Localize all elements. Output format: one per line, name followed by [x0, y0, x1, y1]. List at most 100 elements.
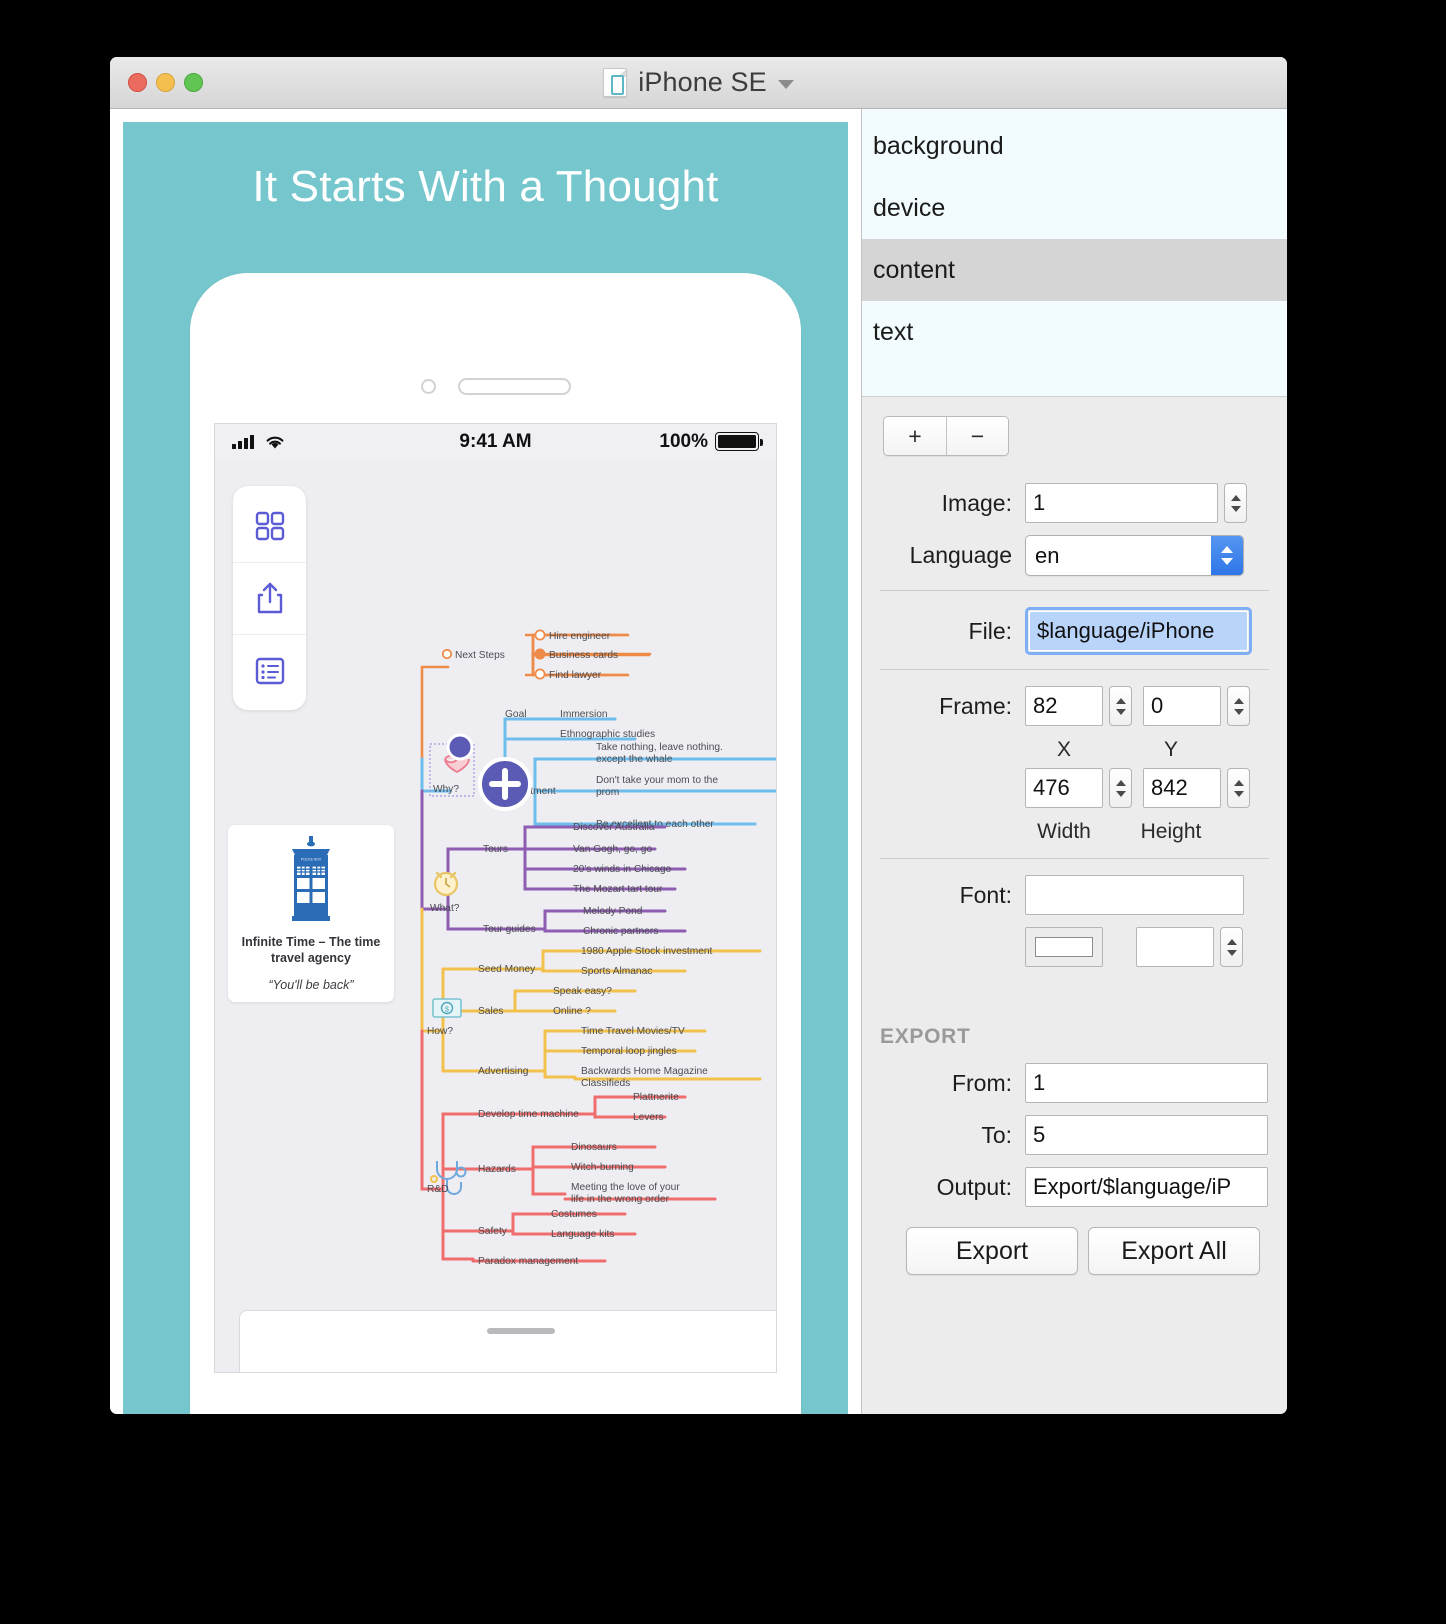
svg-text:Language kits: Language kits [551, 1229, 614, 1240]
select-arrows-icon [1211, 536, 1243, 575]
checkbox-unchecked-icon [534, 668, 546, 680]
window-titlebar: iPhone SE [110, 57, 1287, 109]
frame-size-sublabels: Width Height [862, 820, 1287, 844]
font-label: Font: [959, 881, 1012, 908]
font-size-input[interactable] [1136, 927, 1214, 967]
export-from-input[interactable]: 1 [1025, 1063, 1268, 1103]
home-indicator-area [239, 1310, 776, 1372]
frame-y-stepper[interactable] [1227, 686, 1250, 726]
language-row: Language en [862, 535, 1287, 576]
layer-item-text[interactable]: text [862, 301, 1287, 363]
svg-text:Advertising: Advertising [478, 1066, 529, 1077]
export-from-row: From: 1 [862, 1063, 1287, 1103]
divider [880, 669, 1269, 670]
file-row: File: $language/iPhone [862, 607, 1287, 655]
battery-icon [715, 432, 763, 451]
poster-preview[interactable]: It Starts With a Thought 9:41 AM 100% PO… [123, 122, 848, 1414]
layer-item-background[interactable]: background [862, 115, 1287, 177]
svg-text:prom: prom [596, 787, 619, 798]
svg-text:Levers: Levers [633, 1112, 664, 1123]
svg-text:life in the wrong order: life in the wrong order [571, 1194, 670, 1205]
svg-text:Develop time machine: Develop time machine [478, 1109, 579, 1120]
close-button[interactable] [128, 73, 147, 92]
frame-height-stepper[interactable] [1227, 768, 1250, 808]
layer-label: text [873, 317, 914, 346]
properties-section: Image: 1 Language en File: $language/iPh… [862, 475, 1287, 1414]
frame-height-sublabel: Height [1140, 820, 1202, 843]
canvas-area[interactable]: It Starts With a Thought 9:41 AM 100% PO… [110, 109, 861, 1414]
layer-list[interactable]: background device content text [862, 109, 1287, 397]
svg-text:20's winds in Chicago: 20's winds in Chicago [573, 864, 672, 875]
image-label: Image: [941, 489, 1012, 516]
svg-text:Next Steps: Next Steps [455, 650, 505, 661]
window-body: It Starts With a Thought 9:41 AM 100% PO… [110, 109, 1287, 1414]
font-size-stepper[interactable] [1220, 927, 1243, 967]
zoom-button[interactable] [184, 73, 203, 92]
app-window: iPhone SE It Starts With a Thought 9:41 … [110, 57, 1287, 1414]
svg-text:Sales: Sales [478, 1006, 503, 1017]
svg-text:Find lawyer: Find lawyer [549, 670, 602, 681]
file-input-focus-ring: $language/iPhone [1025, 607, 1252, 655]
language-select[interactable]: en [1025, 535, 1244, 576]
status-bar: 9:41 AM 100% [215, 424, 776, 459]
svg-text:Take nothing, leave nothing.: Take nothing, leave nothing. [596, 742, 723, 753]
svg-text:Chronic partners: Chronic partners [583, 926, 658, 937]
font-color-well[interactable] [1025, 927, 1103, 967]
svg-text:Dinosaurs: Dinosaurs [571, 1142, 617, 1153]
svg-text:The Mozart tart tour: The Mozart tart tour [573, 884, 663, 895]
svg-text:itment: itment [528, 786, 556, 797]
layer-label: content [873, 255, 956, 284]
frame-width-sublabel: Width [1037, 820, 1091, 843]
svg-text:Tours: Tours [483, 844, 508, 855]
traffic-lights [110, 73, 203, 92]
frame-size-row: 476 842 [862, 768, 1287, 808]
svg-text:Time Travel Movies/TV: Time Travel Movies/TV [581, 1026, 685, 1037]
export-all-button[interactable]: Export All [1088, 1227, 1260, 1275]
file-label: File: [968, 617, 1012, 644]
export-to-input[interactable]: 5 [1025, 1115, 1268, 1155]
file-input[interactable]: $language/iPhone [1029, 611, 1248, 651]
frame-x-stepper[interactable] [1109, 686, 1132, 726]
image-stepper[interactable] [1224, 483, 1247, 523]
svg-text:Hire engineer: Hire engineer [549, 631, 611, 642]
frame-x-sublabel: X [1056, 738, 1071, 761]
layer-item-content[interactable]: content [862, 239, 1287, 301]
divider [880, 590, 1269, 591]
font-row: Font: [862, 875, 1287, 915]
frame-height-input[interactable]: 842 [1143, 768, 1221, 808]
svg-text:R&D: R&D [427, 1184, 449, 1195]
minimize-button[interactable] [156, 73, 175, 92]
home-indicator [486, 1328, 555, 1334]
mindmap-diagram[interactable]: Next Steps Hire engineer Business cards … [215, 459, 776, 1372]
frame-position-row: Frame: 82 0 [862, 686, 1287, 726]
svg-text:Ethnographic studies: Ethnographic studies [560, 729, 655, 740]
frame-width-input[interactable]: 476 [1025, 768, 1103, 808]
camera-icon [420, 379, 436, 394]
export-output-row: Output: Export/$language/iP [862, 1167, 1287, 1207]
svg-text:Immersion: Immersion [560, 709, 608, 720]
export-button[interactable]: Export [906, 1227, 1078, 1275]
layer-item-device[interactable]: device [862, 177, 1287, 239]
svg-text:Don't take your mom to the: Don't take your mom to the [596, 775, 718, 786]
frame-width-stepper[interactable] [1109, 768, 1132, 808]
frame-x-input[interactable]: 82 [1025, 686, 1103, 726]
frame-label: Frame: [939, 692, 1012, 719]
export-to-row: To: 5 [862, 1115, 1287, 1155]
chevron-down-icon[interactable] [777, 80, 794, 89]
remove-layer-button[interactable]: − [946, 417, 1008, 455]
frame-y-input[interactable]: 0 [1143, 686, 1221, 726]
language-label: Language [909, 542, 1012, 568]
svg-text:Van Gogh, go, go: Van Gogh, go, go [573, 844, 652, 855]
layer-add-remove-segment: + − [883, 416, 1009, 456]
svg-text:Costumes: Costumes [551, 1209, 597, 1220]
money-icon: $ [432, 998, 462, 1018]
layer-toolbar: + − [862, 397, 1287, 475]
font-input[interactable] [1025, 875, 1244, 915]
image-input[interactable]: 1 [1025, 483, 1218, 523]
svg-text:except the whale: except the whale [596, 754, 673, 765]
add-layer-button[interactable]: + [884, 417, 946, 455]
export-output-label: Output: [936, 1173, 1012, 1200]
export-output-input[interactable]: Export/$language/iP [1025, 1167, 1268, 1207]
inspector-panel: background device content text + − Image… [861, 109, 1287, 1414]
svg-text:Witch-burning: Witch-burning [571, 1162, 634, 1173]
